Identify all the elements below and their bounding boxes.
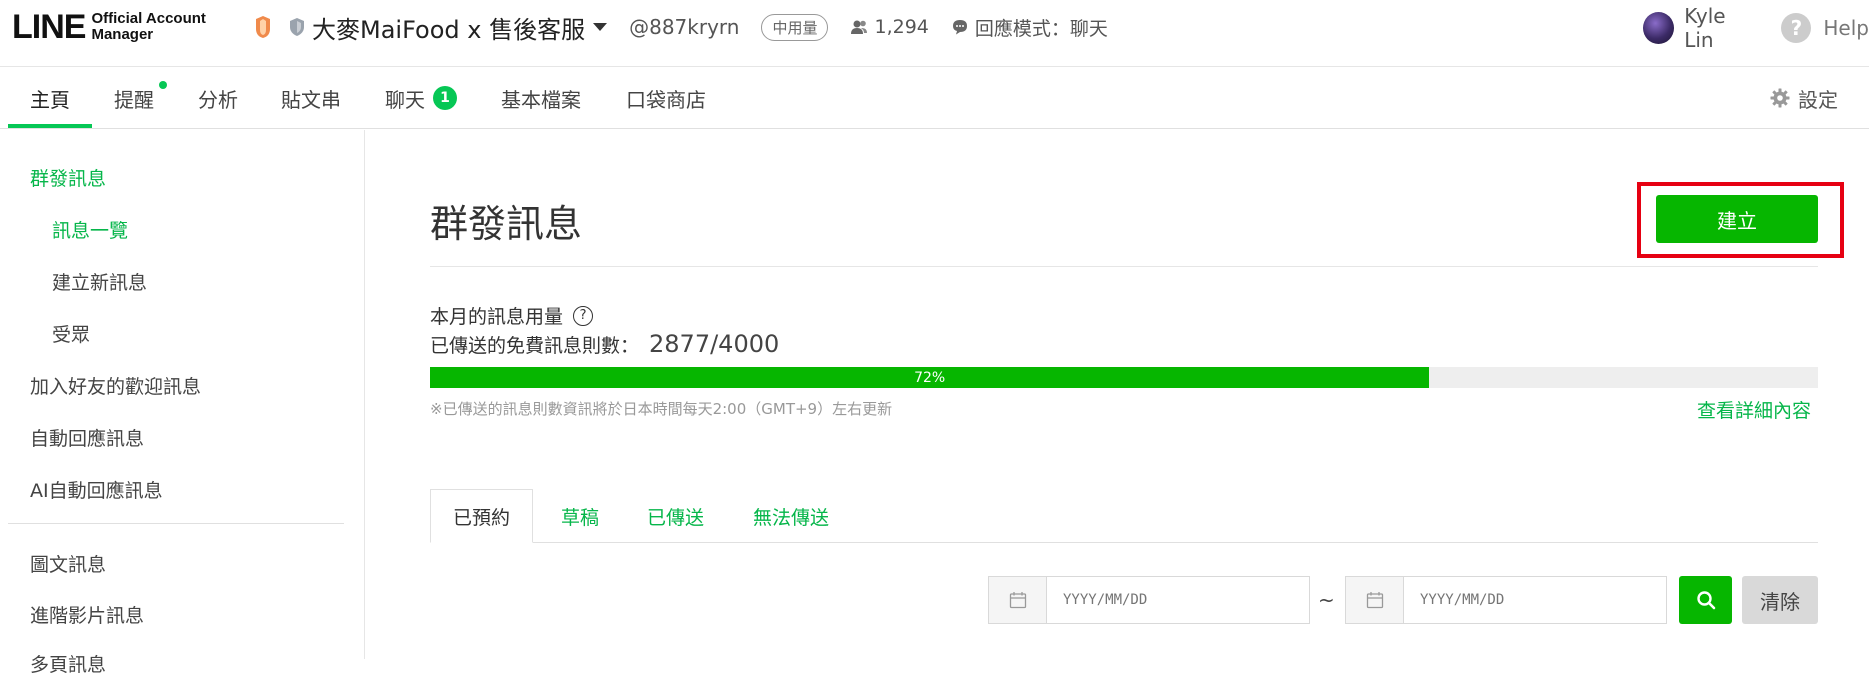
gear-icon [1770, 88, 1790, 108]
account-switcher[interactable]: 大麥MaiFood x 售後客服 @887kryrn 中用量 1,294 回應模… [254, 12, 1108, 44]
page-title: 群發訊息 [430, 202, 583, 246]
tab-pocket-shop-label: 口袋商店 [626, 87, 706, 112]
notification-dot [159, 81, 167, 89]
brand-flame-icon [256, 16, 270, 38]
user-menu[interactable]: Kyle Lin ? Help [1643, 4, 1869, 52]
tab-profile-label: 基本檔案 [501, 87, 581, 112]
view-details-link[interactable]: 查看詳細內容 [1697, 396, 1811, 423]
sidebar-item-rich-video[interactable]: 進階影片訊息 [30, 601, 144, 628]
sent-count-label: 已傳送的免費訊息則數： [430, 335, 640, 357]
top-bar: LINE Official Account Manager 大麥MaiFood … [0, 0, 1869, 67]
follower-count-value: 1,294 [874, 16, 929, 38]
monthly-usage-label: 本月的訊息用量 ? [430, 302, 594, 329]
tab-scheduled[interactable]: 已預約 [430, 489, 534, 543]
tab-home[interactable]: 主頁 [30, 67, 70, 129]
calendar-glyph [1366, 592, 1383, 609]
sidebar-item-broadcast[interactable]: 群發訊息 [30, 164, 106, 191]
tab-notifications[interactable]: 提醒 [114, 67, 154, 129]
sidebar-item-rich-message[interactable]: 圖文訊息 [30, 550, 106, 577]
sent-count-value: 2877/4000 [649, 330, 780, 358]
calendar-icon[interactable] [989, 577, 1047, 623]
account-id: @887kryrn [629, 15, 740, 39]
question-circle-icon[interactable]: ? [573, 305, 594, 326]
date-from-input[interactable] [1047, 577, 1307, 623]
verified-shield-icon [290, 18, 304, 36]
logo-subtitle-line-1: Official Account [91, 10, 206, 27]
chevron-down-icon [593, 23, 608, 31]
tab-pocket-shop[interactable]: 口袋商店 [626, 67, 706, 129]
sidebar-item-greeting-message[interactable]: 加入好友的歡迎訊息 [30, 372, 201, 399]
logo-subtitle: Official Account Manager [91, 11, 205, 43]
tab-chats[interactable]: 聊天 1 [385, 67, 457, 129]
account-name: 大麥MaiFood x 售後客服 [312, 15, 586, 44]
tab-analytics[interactable]: 分析 [198, 67, 238, 129]
tab-drafts[interactable]: 草稿 [561, 489, 599, 543]
tab-profile[interactable]: 基本檔案 [501, 67, 581, 129]
tab-sent[interactable]: 已傳送 [647, 489, 704, 543]
sidebar-item-create-message[interactable]: 建立新訊息 [52, 268, 147, 295]
clear-button[interactable]: 清除 [1742, 576, 1818, 624]
date-to-field[interactable] [1345, 576, 1667, 624]
help-question-icon: ? [1781, 13, 1812, 43]
sidebar-item-auto-reply[interactable]: 自動回應訊息 [30, 424, 144, 451]
search-button[interactable] [1679, 576, 1732, 624]
usage-progress-label: 72% [914, 369, 946, 386]
usage-progress-bar: 72% [430, 367, 1818, 388]
sidebar: 群發訊息 訊息一覽 建立新訊息 受眾 加入好友的歡迎訊息 自動回應訊息 AI自動… [0, 130, 365, 676]
title-divider [430, 266, 1818, 267]
tab-chats-label: 聊天 [385, 87, 425, 112]
tab-home-label: 主頁 [30, 87, 70, 112]
logo-text: LINE [12, 8, 86, 46]
tab-failed[interactable]: 無法傳送 [753, 489, 829, 543]
date-from-field[interactable] [988, 576, 1310, 624]
settings-link[interactable]: 設定 [1770, 67, 1838, 129]
search-icon [1696, 591, 1715, 610]
sent-count-row: 已傳送的免費訊息則數： 2877/4000 [430, 330, 779, 358]
response-mode-label: 回應模式：聊天 [974, 17, 1108, 40]
sidebar-item-message-list[interactable]: 訊息一覽 [52, 216, 128, 243]
date-range-separator: ~ [1318, 588, 1335, 612]
chat-bubble-icon [952, 20, 967, 35]
monthly-usage-text: 本月的訊息用量 [430, 306, 564, 328]
tab-notifications-label: 提醒 [114, 87, 154, 112]
calendar-glyph [1009, 592, 1026, 609]
sidebar-item-ai-auto-reply[interactable]: AI自動回應訊息 [30, 476, 163, 503]
sidebar-item-card-message[interactable]: 多頁訊息 [30, 650, 106, 677]
follower-count: 1,294 [850, 16, 929, 38]
usage-progress-fill: 72% [430, 367, 1430, 388]
logo-subtitle-line-2: Manager [91, 26, 154, 43]
sidebar-divider [8, 523, 344, 524]
tab-timeline[interactable]: 貼文串 [281, 67, 341, 129]
date-to-input[interactable] [1404, 577, 1664, 623]
help-label: Help [1823, 16, 1869, 40]
chat-count-badge: 1 [433, 86, 457, 110]
sidebar-item-audience[interactable]: 受眾 [52, 320, 90, 347]
user-name[interactable]: Kyle Lin [1684, 4, 1759, 52]
active-tab-indicator [8, 124, 92, 128]
people-icon [851, 20, 868, 34]
response-mode[interactable]: 回應模式：聊天 [951, 14, 1108, 41]
calendar-icon[interactable] [1346, 577, 1404, 623]
help-link[interactable]: ? Help [1781, 13, 1869, 43]
update-note: ※已傳送的訊息則數資訊將於日本時間每天2:00（GMT+9）左右更新 [430, 400, 893, 418]
create-button[interactable]: 建立 [1656, 195, 1818, 243]
message-tabs-divider [430, 542, 1818, 543]
settings-label: 設定 [1798, 87, 1838, 112]
avatar[interactable] [1643, 12, 1675, 44]
line-oa-logo[interactable]: LINE Official Account Manager [12, 10, 206, 44]
tab-analytics-label: 分析 [198, 87, 238, 112]
plan-badge: 中用量 [761, 13, 829, 41]
tab-timeline-label: 貼文串 [281, 87, 341, 112]
